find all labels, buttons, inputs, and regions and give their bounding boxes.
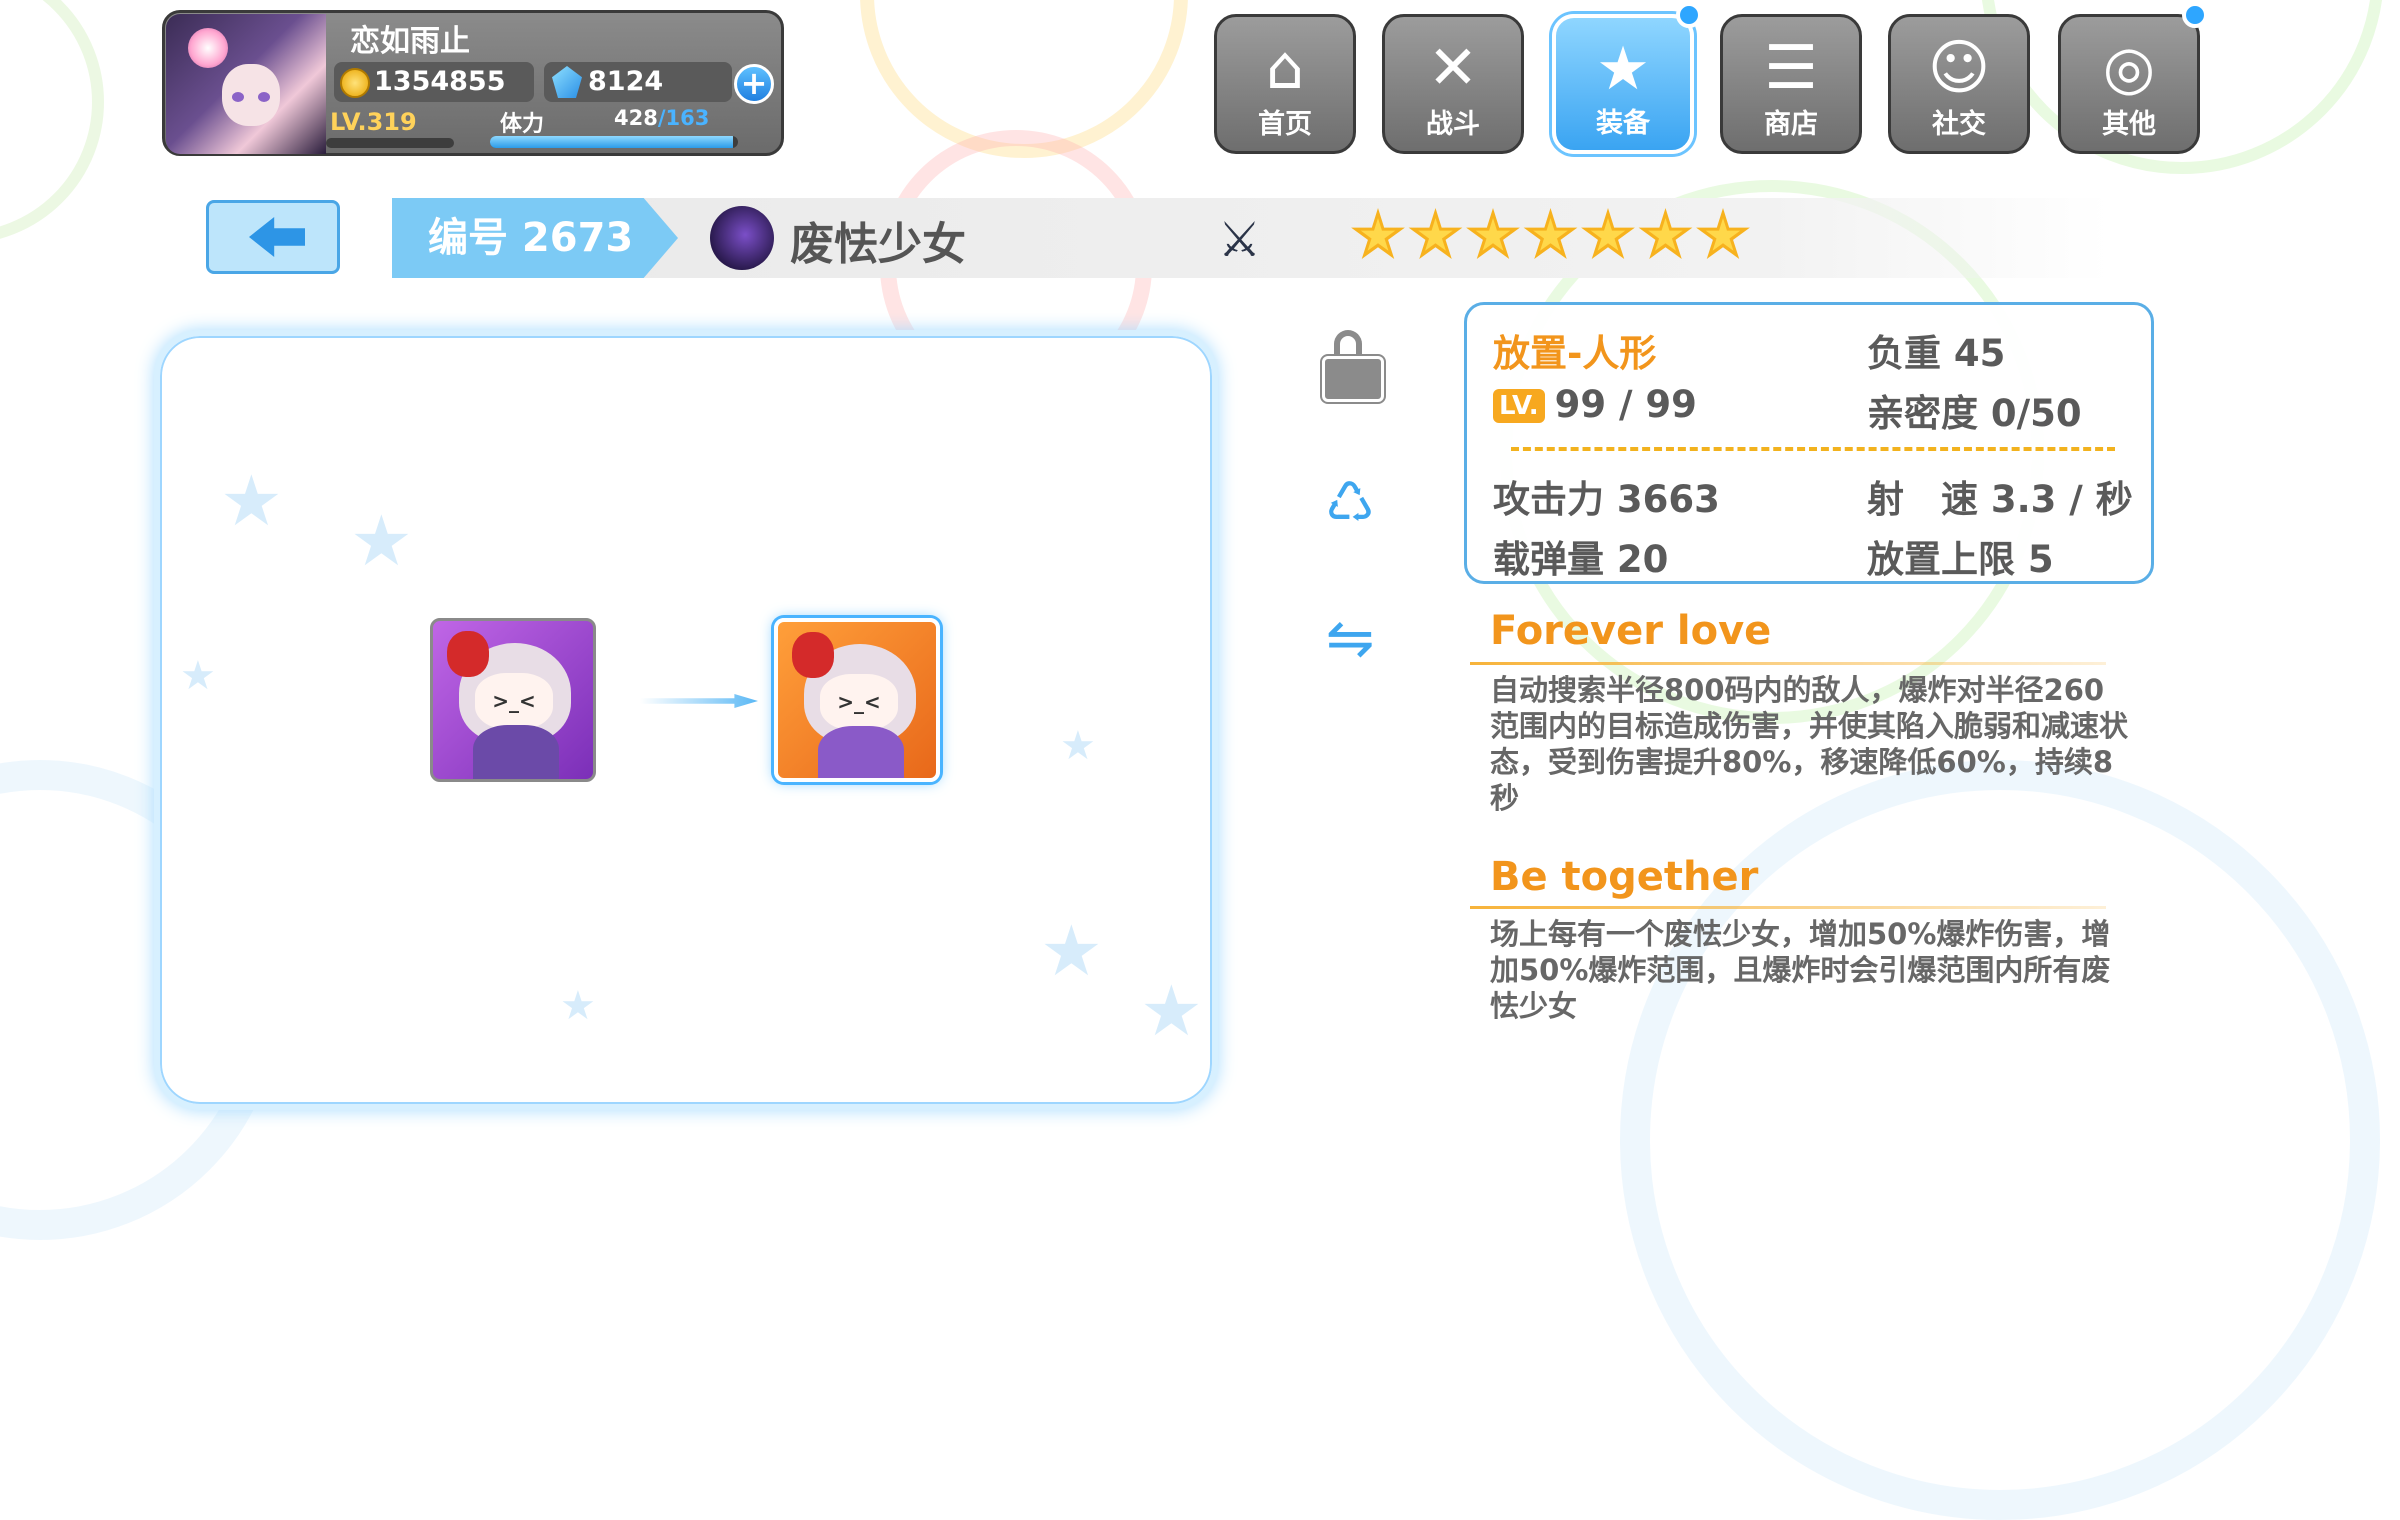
skill-2-title: Be together bbox=[1490, 854, 1759, 900]
lock-body bbox=[1322, 356, 1384, 402]
back-arrow-icon bbox=[249, 217, 305, 257]
stats-box: 放置-人形 负重 45 LV. 99 / 99 亲密度 0/50 攻击力 3663… bbox=[1464, 302, 2154, 584]
nav-equipment-button[interactable]: ★ 装备 bbox=[1552, 14, 1694, 154]
stamina-bar bbox=[490, 136, 738, 148]
star-decoration: ★ bbox=[180, 653, 216, 699]
person-icon: ☺ bbox=[1927, 33, 1991, 103]
star-decoration: ★ bbox=[350, 500, 413, 582]
recycle-basket-icon[interactable]: ♺ bbox=[1312, 466, 1388, 542]
evolution-panel: ★ ★ ★ ★ ★ ★ ★ bbox=[154, 330, 1218, 1110]
lock-icon[interactable] bbox=[1312, 326, 1388, 402]
player-name: 恋如雨止 bbox=[350, 24, 470, 59]
doll-card-before[interactable]: >_< bbox=[430, 618, 596, 782]
notification-dot bbox=[2182, 2, 2208, 28]
stamina-value: 428/163 bbox=[614, 106, 709, 130]
nav-social-label: 社交 bbox=[1932, 109, 1986, 140]
house-icon: ⌂ bbox=[1265, 33, 1305, 103]
skill-1-description: 自动搜索半径800码内的敌人，爆炸对半径260范围内的目标造成伤害，并使其陷入脆… bbox=[1490, 673, 2129, 815]
character-name: 废怯少女 bbox=[790, 219, 966, 270]
shopping-basket-icon: ☰ bbox=[1764, 33, 1818, 103]
chibi-face: >_< bbox=[475, 673, 553, 729]
level-value: 99 / 99 bbox=[1554, 383, 1697, 426]
doll-id-tag: 编号 2673 bbox=[392, 198, 678, 278]
sword-icon: ⚔ bbox=[1218, 212, 1262, 268]
nav-social-button[interactable]: ☺ 社交 bbox=[1888, 14, 2030, 154]
nav-battle-button[interactable]: ✕ 战斗 bbox=[1382, 14, 1524, 154]
player-level: LV.319 bbox=[330, 108, 417, 136]
nav-battle-label: 战斗 bbox=[1426, 109, 1480, 140]
star-decoration: ★ bbox=[1060, 723, 1096, 769]
connect-icon[interactable]: ⇋ bbox=[1312, 600, 1388, 676]
gold-coin-icon bbox=[340, 68, 370, 98]
nav-home-button[interactable]: ⌂ 首页 bbox=[1214, 14, 1356, 154]
oni-mask-icon bbox=[792, 632, 834, 678]
character-type-icon bbox=[710, 206, 774, 270]
crossed-guns-icon: ✕ bbox=[1427, 33, 1479, 103]
star-decoration: ★ bbox=[220, 460, 283, 542]
stamina-current: 428 bbox=[614, 106, 658, 130]
chibi-body bbox=[473, 725, 559, 779]
stamina-bar-fill bbox=[490, 136, 734, 148]
skill-1-title: Forever love bbox=[1490, 608, 1772, 654]
chibi-face: >_< bbox=[820, 674, 898, 730]
fire-rate-stat: 射 速 3.3 / 秒 bbox=[1867, 478, 2133, 521]
player-avatar[interactable] bbox=[166, 14, 326, 154]
snail-icon: ◎ bbox=[2102, 33, 2156, 103]
ammo-stat: 载弹量 20 bbox=[1493, 538, 1669, 581]
nav-shop-button[interactable]: ☰ 商店 bbox=[1720, 14, 1862, 154]
place-limit-stat: 放置上限 5 bbox=[1867, 538, 2054, 581]
star-decoration: ★ bbox=[560, 983, 596, 1029]
doll-type: 放置-人形 bbox=[1493, 332, 1657, 375]
notification-dot bbox=[1676, 2, 1702, 28]
avatar-eye bbox=[258, 92, 270, 102]
star-decoration: ★ bbox=[1040, 910, 1103, 992]
oni-mask-icon bbox=[447, 631, 489, 677]
back-button[interactable] bbox=[206, 200, 340, 274]
skill-1-underline bbox=[1470, 662, 2106, 665]
flower-icon bbox=[188, 28, 228, 68]
lv-badge: LV. bbox=[1493, 389, 1545, 423]
stats-divider bbox=[1511, 447, 2115, 451]
doll-card-after[interactable]: >_< bbox=[774, 618, 940, 782]
background-ring bbox=[0, 0, 104, 244]
star-decoration: ★ bbox=[1140, 970, 1203, 1052]
avatar-eye bbox=[232, 92, 244, 102]
star-gun-icon: ★ bbox=[1596, 34, 1650, 104]
intimacy-stat: 亲密度 0/50 bbox=[1867, 392, 2082, 435]
nav-shop-label: 商店 bbox=[1764, 109, 1818, 140]
add-currency-button[interactable]: + bbox=[734, 64, 774, 104]
nav-other-label: 其他 bbox=[2102, 109, 2156, 140]
nav-other-button[interactable]: ◎ 其他 bbox=[2058, 14, 2200, 154]
gold-amount: 1354855 bbox=[374, 66, 506, 97]
skill-2-description: 场上每有一个废怯少女，增加50%爆炸伤害，增加50%爆炸范围，且爆炸时会引爆范围… bbox=[1490, 917, 2111, 1023]
attack-stat: 攻击力 3663 bbox=[1493, 478, 1720, 521]
stamina-max: /163 bbox=[657, 106, 710, 130]
stamina-label: 体力 bbox=[500, 112, 545, 137]
skill-2-underline bbox=[1470, 906, 2106, 909]
level-stat: LV. 99 / 99 bbox=[1493, 383, 1697, 426]
nav-home-label: 首页 bbox=[1258, 109, 1312, 140]
chibi-body bbox=[818, 726, 904, 778]
weight-stat: 负重 45 bbox=[1867, 332, 2006, 375]
avatar-face bbox=[222, 64, 280, 126]
nav-equipment-label: 装备 bbox=[1596, 108, 1650, 139]
gem-amount: 8124 bbox=[588, 66, 664, 97]
level-progress-bar bbox=[326, 138, 454, 148]
